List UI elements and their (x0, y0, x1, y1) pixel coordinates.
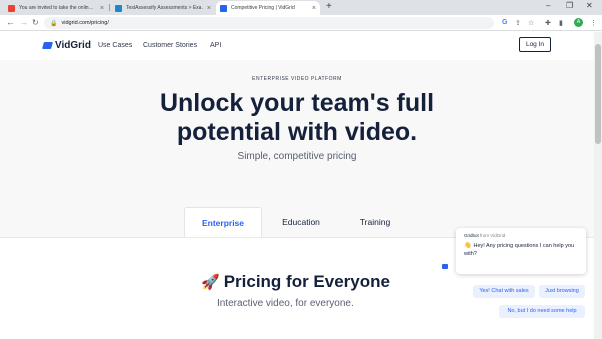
tab-training[interactable]: Training (344, 207, 406, 237)
profile-avatar[interactable]: A (574, 18, 583, 27)
google-lens-icon[interactable]: G (502, 19, 507, 26)
side-panel-icon[interactable]: ▮ (559, 19, 563, 27)
menu-kebab-icon[interactable]: ⋮ (590, 19, 597, 27)
page-scrollbar[interactable] (594, 32, 602, 339)
brand-name: VidGrid (55, 40, 91, 51)
close-tab-icon[interactable]: × (207, 5, 211, 12)
gmail-icon (8, 4, 15, 12)
wave-hand-icon: 👋 (464, 243, 472, 249)
close-tab-icon[interactable]: × (100, 5, 104, 12)
rocket-icon: 🚀 (201, 274, 220, 291)
hero-headline: Unlock your team's full potential with v… (0, 89, 594, 147)
hero-subhead: Simple, competitive pricing (237, 151, 357, 162)
bot-name: Gridbot (464, 233, 479, 238)
chat-sender: Gridbot from VidGrid (464, 233, 578, 238)
tab-education[interactable]: Education (268, 207, 334, 237)
restore-icon[interactable]: ❐ (566, 1, 573, 10)
address-toolbar: ← → ↻ 🔒 vidgrid.com/pricing/ G ⇪ ☆ ✚ ▮ A… (0, 15, 602, 31)
new-tab-button[interactable]: + (326, 1, 332, 12)
headline-line-2: potential with video. (176, 118, 418, 146)
login-button[interactable]: Log In (519, 37, 551, 52)
extensions-icon[interactable]: ✚ (545, 19, 551, 27)
minimize-icon[interactable]: – (546, 1, 550, 10)
tab-title: TestAssessify Assessments > Exa… (126, 5, 203, 11)
chatbot-avatar-icon[interactable] (442, 264, 448, 269)
pricing-title-text: Pricing for Everyone (223, 272, 390, 291)
vidgrid-logo-icon (42, 42, 53, 49)
browser-tab-bar: You are invited to take the onlin… × Tes… (0, 0, 602, 15)
hero-eyebrow: ENTERPRISE VIDEO PLATFORM (252, 76, 342, 82)
url-text: vidgrid.com/pricing/ (61, 20, 109, 26)
reload-icon[interactable]: ↻ (32, 18, 39, 27)
tab-enterprise[interactable]: Enterprise (184, 207, 262, 237)
chat-popup[interactable]: Gridbot from VidGrid 👋 Hey! Any pricing q… (456, 228, 586, 274)
close-tab-icon[interactable]: × (312, 5, 316, 12)
share-icon[interactable]: ⇪ (515, 19, 521, 27)
browser-tab-gmail[interactable]: You are invited to take the onlin… × (4, 1, 108, 15)
chat-message-text: Hey! Any pricing questions I can help yo… (464, 243, 575, 257)
reply-need-help-button[interactable]: No, but I do need some help (499, 305, 585, 318)
lock-icon: 🔒 (50, 20, 58, 27)
url-bar[interactable]: 🔒 vidgrid.com/pricing/ (44, 17, 494, 29)
bot-source: from VidGrid (480, 233, 506, 238)
browser-tab-vidgrid[interactable]: Competitive Pricing | VidGrid × (216, 1, 320, 15)
chat-message: 👋 Hey! Any pricing questions I can help y… (464, 242, 578, 258)
bookmark-star-icon[interactable]: ☆ (528, 19, 534, 27)
scrollbar-thumb[interactable] (595, 44, 601, 144)
forward-icon[interactable]: → (19, 17, 28, 27)
headline-line-1: Unlock your team's full (159, 89, 435, 117)
reply-just-browsing-button[interactable]: Just browsing (539, 285, 585, 298)
testassessify-icon (115, 4, 122, 12)
pricing-title: 🚀 Pricing for Everyone (201, 272, 390, 292)
reply-chat-with-sales-button[interactable]: Yes! Chat with sales (473, 285, 535, 298)
tab-title: Competitive Pricing | VidGrid (231, 5, 295, 11)
site-header: VidGrid Use Cases Customer Stories API L… (0, 32, 594, 60)
hero-section: ENTERPRISE VIDEO PLATFORM Unlock your te… (0, 60, 594, 237)
tab-title: You are invited to take the onlin… (19, 5, 94, 11)
nav-link-use-cases[interactable]: Use Cases (98, 42, 132, 49)
pricing-subtitle: Interactive video, for everyone. (217, 298, 354, 309)
browser-tab-testassessify[interactable]: TestAssessify Assessments > Exa… × (111, 1, 215, 15)
nav-link-customer-stories[interactable]: Customer Stories (143, 42, 197, 49)
nav-link-api[interactable]: API (210, 42, 221, 49)
vidgrid-icon (220, 4, 227, 12)
tab-separator (109, 4, 110, 11)
back-icon[interactable]: ← (6, 17, 15, 27)
vidgrid-logo[interactable]: VidGrid (42, 40, 91, 51)
close-window-icon[interactable]: ✕ (586, 1, 593, 10)
